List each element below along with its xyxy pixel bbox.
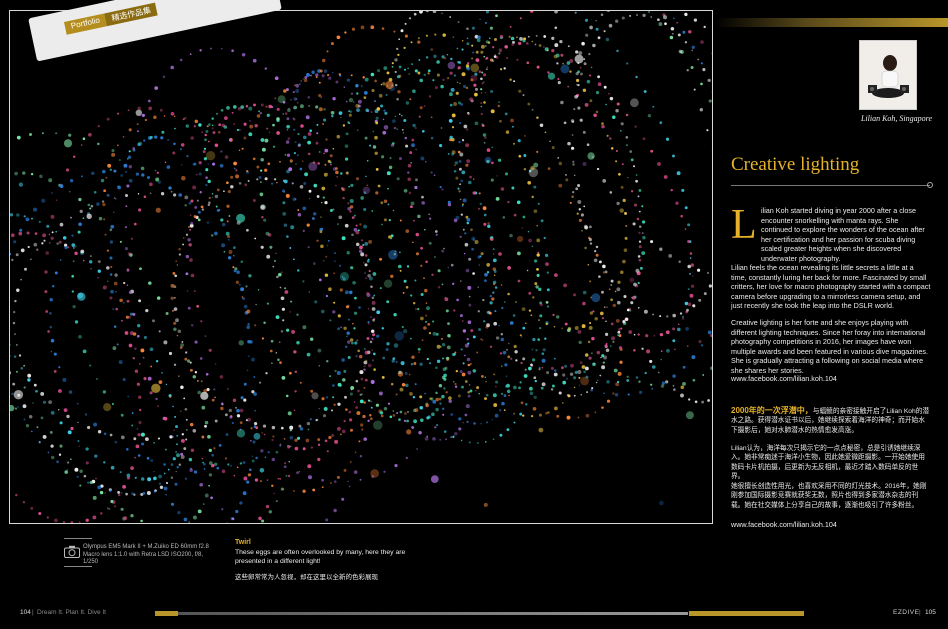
- facebook-link[interactable]: www.facebook.com/lilian.koh.104: [731, 374, 837, 383]
- caption-title: Twirl: [235, 539, 251, 546]
- caption-text-zh: 这些卵常常为人忽视，却在这里以全新的色彩展现: [235, 574, 378, 581]
- page-number-left: 104: [20, 609, 31, 616]
- camera-rule-bottom: [64, 566, 92, 567]
- page-number-right: 105: [925, 609, 936, 616]
- bio-paragraph-1: ilian Koh started diving in year 2000 af…: [761, 206, 925, 263]
- camera-rule-top: [64, 538, 92, 539]
- bio-zh-lead: 2000年的一次浮潜中，: [731, 406, 813, 415]
- bio-paragraph-2: Lilian feels the ocean revealing its lit…: [731, 263, 931, 311]
- footer-tagline: Dream It. Plan It. Dive It: [37, 609, 106, 616]
- divider-dot: [927, 182, 933, 188]
- camera-icon: [64, 545, 80, 563]
- camera-specs: Olympus EM5 Mark II + M.Zuiko ED 60mm f2…: [83, 544, 209, 565]
- bioluminescent-egg-photo: [10, 11, 712, 523]
- author-portrait: [859, 40, 917, 110]
- magazine-name: EZDIVE: [893, 609, 920, 616]
- header-gold-bar: [715, 18, 948, 27]
- caption-text: These eggs are often overlooked by many,…: [235, 549, 406, 565]
- footer-gold-accent-left: [155, 611, 178, 616]
- author-caption: Lilian Koh, Singapore: [860, 114, 932, 123]
- bio-zh-paragraph-2: Lilian认为，海洋每次只揭示它的一点点秘密，总是引诱她继续深入。她非常痴迷于…: [731, 445, 925, 481]
- title-divider: [731, 185, 930, 186]
- bio-zh-paragraph-3: 她很擅长创造性用光，也喜欢采用不同的灯光技术。2016年，她刚刚参加国际摄影竞赛…: [731, 483, 927, 509]
- featured-photo: [9, 10, 713, 524]
- bio-zh-paragraph-1: 2000年的一次浮潜中，与蝠鲼的亲密接触开启了Lilian Koh的潜水之路。获…: [731, 406, 931, 435]
- drop-cap: L: [731, 202, 757, 248]
- footer-separator-right: |: [919, 609, 921, 616]
- article-title: Creative lighting: [731, 154, 860, 175]
- facebook-link-zh[interactable]: www.facebook.com/lilian.koh.104: [731, 520, 837, 529]
- bio-paragraph-3: Creative lighting is her forte and she e…: [731, 318, 928, 375]
- footer-bar: [178, 612, 688, 615]
- footer-separator-left: |: [32, 609, 34, 616]
- footer-gold-accent-right: [689, 611, 804, 616]
